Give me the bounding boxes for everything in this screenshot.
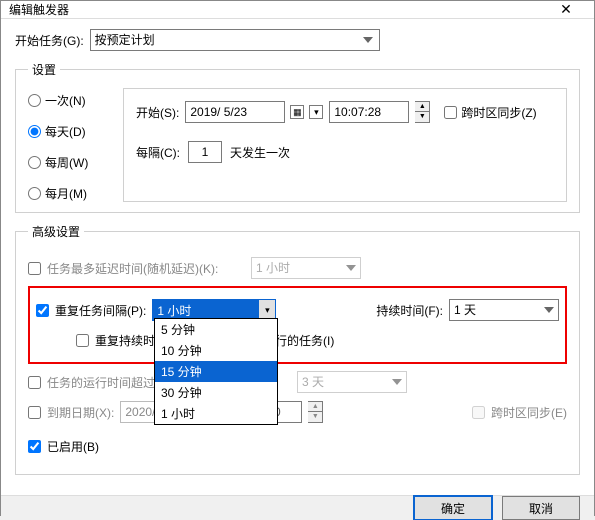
- schedule-monthly[interactable]: 每月(M): [28, 185, 123, 202]
- begin-task-label: 开始任务(G):: [15, 32, 84, 49]
- schedule-once[interactable]: 一次(N): [28, 92, 123, 109]
- expiry-row: 到期日期(X): ▲▼ 跨时区同步(E): [28, 400, 567, 424]
- timeout-checkbox[interactable]: 任务的运行时间超过: [28, 374, 155, 391]
- every-suffix: 天发生一次: [230, 144, 290, 161]
- stop-at-end-checkbox[interactable]: 重复持续时: [76, 332, 155, 349]
- start-time-input[interactable]: [329, 101, 409, 123]
- dialog-footer: 确定 取消: [1, 495, 594, 520]
- repeat-highlight-box: 重复任务间隔(P): 1 小时 ▾ 持续时间(F): 1 天 重复持续时 有运行…: [28, 286, 567, 364]
- schedule-options: 一次(N) 每天(D) 每周(W) 每月(M): [28, 88, 123, 202]
- schedule-weekly[interactable]: 每周(W): [28, 154, 123, 171]
- every-row: 每隔(C): 天发生一次: [136, 141, 554, 163]
- advanced-legend: 高级设置: [28, 223, 84, 240]
- settings-legend: 设置: [28, 61, 60, 78]
- ok-button[interactable]: 确定: [414, 496, 492, 520]
- dropdown-option-selected[interactable]: 15 分钟: [155, 361, 277, 382]
- calendar-icon[interactable]: ▦: [290, 105, 304, 119]
- start-date-input[interactable]: [185, 101, 285, 123]
- spinner-up-icon[interactable]: ▲: [415, 102, 429, 112]
- begin-task-select[interactable]: 按预定计划: [90, 29, 380, 51]
- start-row: 开始(S): ▦ ▾ ▲▼ 跨时区同步(Z): [136, 101, 554, 123]
- radio-once[interactable]: [28, 94, 41, 107]
- radio-weekly[interactable]: [28, 156, 41, 169]
- every-label: 每隔(C):: [136, 144, 180, 161]
- delay-checkbox[interactable]: 任务最多延迟时间(随机延迟)(K):: [28, 260, 218, 277]
- settings-fieldset: 设置 一次(N) 每天(D) 每周(W) 每月(M) 开始(S): ▦ ▾ ▲▼: [15, 61, 580, 213]
- content-area: 开始任务(G): 按预定计划 设置 一次(N) 每天(D) 每周(W) 每月(M…: [1, 19, 594, 495]
- dialog-window: 编辑触发器 ✕ 开始任务(G): 按预定计划 设置 一次(N) 每天(D) 每周…: [0, 0, 595, 516]
- enabled-row: 已启用(B): [28, 434, 567, 458]
- cancel-button[interactable]: 取消: [502, 496, 580, 520]
- expiry-cross-tz-checkbox: 跨时区同步(E): [472, 404, 567, 421]
- repeat-interval-dropdown[interactable]: 5 分钟 10 分钟 15 分钟 30 分钟 1 小时: [154, 318, 278, 425]
- window-title: 编辑触发器: [9, 1, 69, 18]
- chevron-down-icon[interactable]: ▾: [259, 300, 275, 320]
- duration-label: 持续时间(F):: [376, 302, 443, 319]
- repeat-checkbox[interactable]: 重复任务间隔(P):: [36, 302, 146, 319]
- expiry-checkbox[interactable]: 到期日期(X):: [28, 404, 114, 421]
- close-icon[interactable]: ✕: [546, 1, 586, 18]
- stop-at-end-row: 重复持续时 有运行的任务(I): [36, 328, 559, 352]
- delay-select: 1 小时: [251, 257, 361, 279]
- cross-tz-checkbox[interactable]: 跨时区同步(Z): [444, 104, 536, 121]
- timeout-row: 任务的运行时间超过 3 天: [28, 370, 567, 394]
- radio-daily[interactable]: [28, 125, 41, 138]
- expiry-spinner: ▲▼: [308, 401, 323, 423]
- advanced-fieldset: 高级设置 任务最多延迟时间(随机延迟)(K): 1 小时 重复任务间隔(P): …: [15, 223, 580, 475]
- radio-monthly[interactable]: [28, 187, 41, 200]
- duration-select[interactable]: 1 天: [449, 299, 559, 321]
- enabled-checkbox[interactable]: 已启用(B): [28, 438, 99, 455]
- repeat-row: 重复任务间隔(P): 1 小时 ▾ 持续时间(F): 1 天: [36, 298, 559, 322]
- dropdown-option[interactable]: 30 分钟: [155, 382, 277, 403]
- start-label: 开始(S):: [136, 104, 179, 121]
- chevron-down-icon[interactable]: ▾: [309, 105, 323, 119]
- titlebar: 编辑触发器 ✕: [1, 1, 594, 19]
- time-spinner[interactable]: ▲▼: [415, 101, 430, 123]
- dropdown-option[interactable]: 10 分钟: [155, 340, 277, 361]
- begin-task-row: 开始任务(G): 按预定计划: [15, 29, 580, 51]
- timeout-select: 3 天: [297, 371, 407, 393]
- every-value-input[interactable]: [188, 141, 222, 163]
- dropdown-option[interactable]: 1 小时: [155, 403, 277, 424]
- schedule-daily[interactable]: 每天(D): [28, 123, 123, 140]
- schedule-detail-panel: 开始(S): ▦ ▾ ▲▼ 跨时区同步(Z) 每隔(C): 天发生一次: [123, 88, 567, 202]
- dropdown-option[interactable]: 5 分钟: [155, 319, 277, 340]
- spinner-down-icon[interactable]: ▼: [415, 112, 429, 122]
- delay-row: 任务最多延迟时间(随机延迟)(K): 1 小时: [28, 256, 567, 280]
